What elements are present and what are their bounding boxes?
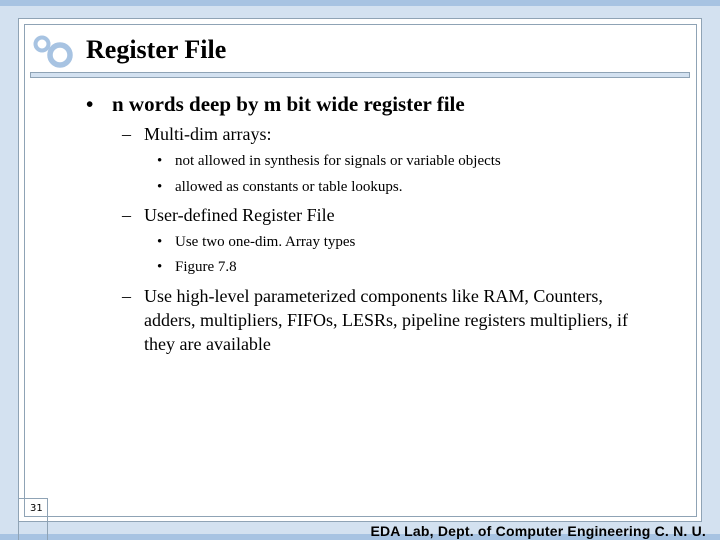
main-bullet-text: n words deep by m bit wide register file	[112, 92, 465, 116]
bullet-icon: •	[157, 234, 163, 250]
slide-content: • n words deep by m bit wide register fi…	[0, 0, 720, 540]
page-number: 31	[30, 503, 43, 514]
section-text-line: Use high-level parameterized components …	[144, 286, 603, 306]
section-heading: User-defined Register File	[144, 205, 335, 225]
sub-item: allowed as constants or table lookups.	[175, 179, 403, 195]
bullet-icon: •	[157, 259, 163, 275]
section-text-line: adders, multipliers, FIFOs, LESRs, pipel…	[144, 310, 628, 330]
dash-icon: –	[122, 286, 131, 306]
bullet-icon: •	[157, 179, 163, 195]
dash-icon: –	[122, 124, 131, 144]
footer-text: EDA Lab, Dept. of Computer Engineering C…	[370, 523, 706, 539]
dash-icon: –	[122, 205, 131, 225]
bullet-icon: •	[86, 92, 94, 116]
sub-item: Use two one-dim. Array types	[175, 234, 356, 250]
sub-item: not allowed in synthesis for signals or …	[175, 153, 501, 169]
section-heading: Multi-dim arrays:	[144, 124, 272, 144]
bullet-icon: •	[157, 153, 163, 169]
sub-item: Figure 7.8	[175, 259, 237, 275]
section-text-line: they are available	[144, 334, 271, 354]
